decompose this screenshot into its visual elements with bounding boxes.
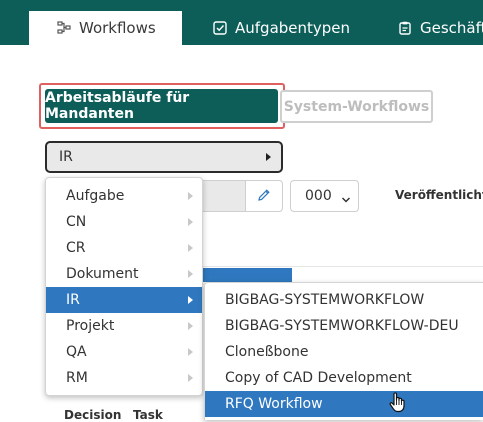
background-panel-edge — [200, 268, 292, 282]
submenu-item-rfq-workflow[interactable]: RFQ Workflow — [205, 391, 483, 417]
top-nav-bar: Workflows Aufgabentypen Geschäfts — [0, 0, 483, 45]
workflow-submenu: BIGBAG-SYSTEMWORKFLOW BIGBAG-SYSTEMWORKF… — [204, 282, 483, 420]
submenu-item-bigbag-systemworkflow[interactable]: BIGBAG-SYSTEMWORKFLOW — [205, 287, 483, 313]
submenu-arrow-icon — [188, 322, 193, 330]
workflow-icon — [57, 21, 71, 35]
submenu-item-bigbag-systemworkflow-deu[interactable]: BIGBAG-SYSTEMWORKFLOW-DEU — [205, 313, 483, 339]
submenu-arrow-icon — [188, 374, 193, 382]
tab-workflows[interactable]: Workflows — [29, 11, 182, 45]
workflow-name-field[interactable] — [200, 180, 245, 212]
submenu-item-clonessbone[interactable]: Cloneßbone — [205, 339, 483, 365]
tab-aufgabentypen[interactable]: Aufgabentypen — [213, 11, 350, 45]
menu-item-qa[interactable]: QA — [46, 339, 202, 365]
version-value: 000 — [305, 188, 332, 204]
menu-item-cr[interactable]: CR — [46, 235, 202, 261]
tab-workflows-label: Workflows — [79, 19, 156, 37]
submenu-item-copy-of-cad-development[interactable]: Copy of CAD Development — [205, 365, 483, 391]
version-select[interactable]: 000 — [290, 180, 359, 212]
submenu-arrow-icon — [188, 296, 193, 304]
tab-geschaefts-label: Geschäfts — [420, 19, 483, 37]
menu-item-aufgabe[interactable]: Aufgabe — [46, 183, 202, 209]
tenant-workflows-button[interactable]: Arbeitsabläufe für Mandanten — [45, 89, 278, 123]
menu-item-ir[interactable]: IR — [46, 287, 202, 313]
checkbox-icon — [213, 21, 227, 35]
pencil-icon — [257, 187, 271, 206]
published-label: Veröffentlichte — [395, 188, 483, 202]
edit-button[interactable] — [245, 180, 283, 212]
menu-item-dokument[interactable]: Dokument — [46, 261, 202, 287]
hand-pointer-icon — [388, 391, 408, 413]
clipboard-icon — [398, 21, 412, 35]
workflow-category-value: IR — [59, 149, 73, 165]
caret-right-icon — [266, 153, 271, 161]
workflow-category-select[interactable]: IR — [45, 141, 283, 173]
tab-geschaefts[interactable]: Geschäfts — [398, 11, 483, 45]
system-workflows-button[interactable]: System-Workflows — [280, 90, 433, 123]
submenu-arrow-icon — [188, 218, 193, 226]
submenu-arrow-icon — [188, 244, 193, 252]
submenu-arrow-icon — [188, 270, 193, 278]
section-divider — [200, 266, 483, 267]
chevron-down-icon — [341, 192, 351, 203]
submenu-arrow-icon — [188, 192, 193, 200]
category-menu: Aufgabe CN CR Dokument IR Projekt QA RM — [45, 177, 203, 396]
menu-item-rm[interactable]: RM — [46, 365, 202, 391]
menu-item-projekt[interactable]: Projekt — [46, 313, 202, 339]
submenu-arrow-icon — [188, 348, 193, 356]
tab-aufgabentypen-label: Aufgabentypen — [235, 19, 351, 37]
menu-item-cn[interactable]: CN — [46, 209, 202, 235]
